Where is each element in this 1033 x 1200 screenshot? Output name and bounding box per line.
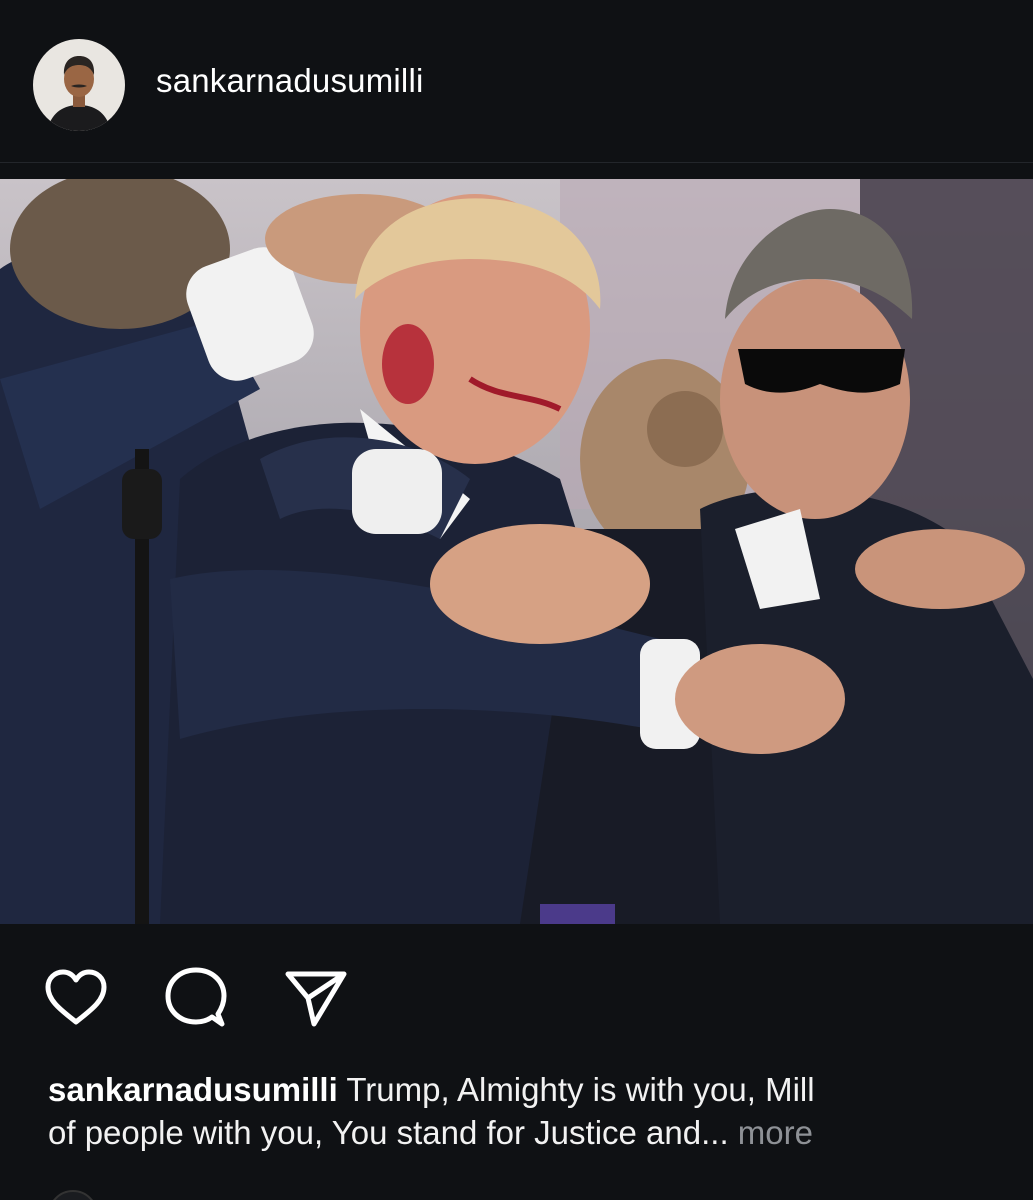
heart-icon [45, 969, 107, 1025]
comment-button[interactable] [160, 962, 232, 1034]
more-link[interactable]: more [738, 1114, 813, 1151]
share-button[interactable] [280, 962, 352, 1034]
avatar-image [33, 39, 125, 131]
post-caption: sankarnadusumilli Trump, Almighty is wit… [48, 1068, 1033, 1178]
post-header: sankarnadusumilli [0, 0, 1033, 163]
caption-text-line-1: Trump, Almighty is with you, Mill [337, 1071, 815, 1108]
avatar[interactable] [33, 39, 125, 131]
next-post-avatar[interactable] [48, 1190, 98, 1200]
comment-icon [165, 967, 227, 1027]
like-button[interactable] [40, 962, 112, 1034]
instagram-post: sankarnadusumilli sankarnadusumilli Trum… [0, 0, 1033, 1200]
send-icon [285, 971, 347, 1027]
action-bar [0, 950, 1033, 1045]
caption-username[interactable]: sankarnadusumilli [48, 1071, 338, 1108]
post-username[interactable]: sankarnadusumilli [156, 62, 424, 100]
caption-text-line-2: of people with you, You stand for Justic… [48, 1114, 738, 1151]
caption-line-2: of people with you, You stand for Justic… [48, 1111, 1033, 1154]
caption-line-1: sankarnadusumilli Trump, Almighty is wit… [48, 1068, 1033, 1111]
post-photo[interactable] [0, 179, 1033, 924]
post-photo-image [0, 179, 1033, 924]
